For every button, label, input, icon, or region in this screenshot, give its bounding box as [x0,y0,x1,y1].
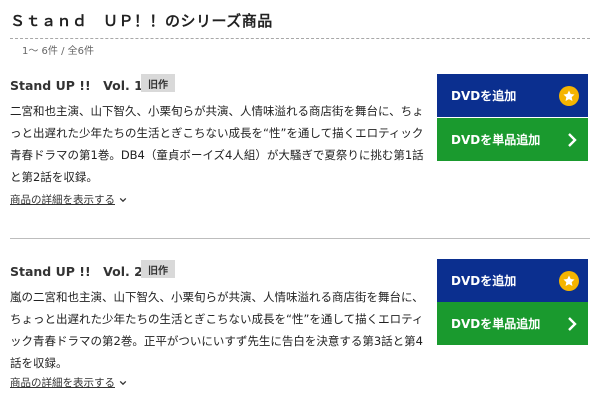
product-title[interactable]: Stand UP !! Vol. 2 [10,261,143,280]
status-badge: 旧作 [141,74,175,92]
add-dvd-button[interactable]: DVDを追加 [437,74,588,117]
star-icon [559,270,579,291]
add-single-dvd-button[interactable]: DVDを単品追加 [437,302,588,345]
result-count: 1～ 6件 / 全6件 [22,46,94,57]
add-dvd-label[interactable]: DVDを追加 [451,87,516,104]
show-details-label[interactable]: 商品の詳細を表示する [10,192,115,207]
add-dvd-label[interactable]: DVDを追加 [451,272,516,289]
add-single-dvd-label[interactable]: DVDを単品追加 [451,315,540,332]
title-divider [10,38,590,39]
show-details-link[interactable]: 商品の詳細を表示する [10,192,127,207]
item-divider [10,238,590,239]
show-details-label[interactable]: 商品の詳細を表示する [10,375,115,390]
star-icon [559,85,579,106]
product-description: 二宮和也主演、山下智久、小栗旬らが共演、人情味溢れる商店街を舞台に、ちょっと出遅… [10,104,424,184]
chevron-down-icon [119,197,127,202]
page-title: Ｓｔａｎｄ ＵＰ！！のシリーズ商品 [10,12,273,30]
status-badge: 旧作 [141,260,175,278]
add-dvd-button[interactable]: DVDを追加 [437,259,588,302]
chevron-right-icon [568,316,577,331]
chevron-down-icon [119,380,127,385]
add-single-dvd-label[interactable]: DVDを単品追加 [451,131,540,148]
product-title[interactable]: Stand UP !! Vol. 1 [10,75,143,94]
product-description: 嵐の二宮和也主演、山下智久、小栗旬らが共演、人情味溢れる商店街を舞台に、ちょっと… [10,290,424,370]
chevron-right-icon [568,132,577,147]
show-details-link[interactable]: 商品の詳細を表示する [10,375,127,390]
add-single-dvd-button[interactable]: DVDを単品追加 [437,118,588,161]
